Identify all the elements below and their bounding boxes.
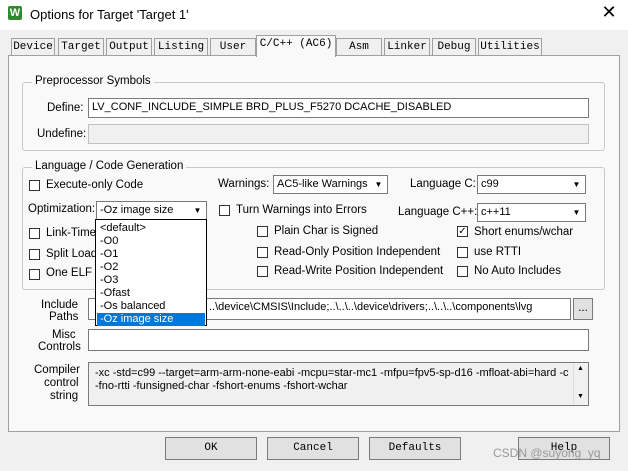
include-label-1: Include: [41, 299, 79, 311]
warnings-label: Warnings:: [218, 178, 270, 190]
language-cpp-select[interactable]: c++11 ▼: [477, 203, 586, 222]
preprocessor-group-label: Preprocessor Symbols: [32, 75, 154, 87]
warnings-select[interactable]: AC5-like Warnings ▼: [273, 175, 388, 194]
turn-warnings-label: Turn Warnings into Errors: [236, 204, 367, 216]
short-enums-checkbox[interactable]: ✓: [457, 226, 468, 237]
ok-button[interactable]: OK: [165, 437, 257, 460]
language-cpp-label: Language C++:: [398, 206, 478, 218]
language-c-label: Language C:: [410, 178, 476, 190]
use-rtti-label: use RTTI: [474, 246, 522, 258]
tab-debug[interactable]: Debug: [432, 38, 476, 56]
tab-linker[interactable]: Linker: [384, 38, 430, 56]
checkmark-icon: ✓: [458, 226, 467, 237]
define-label: Define:: [47, 102, 84, 114]
tab-listing[interactable]: Listing: [154, 38, 208, 56]
language-c-value: c99: [481, 178, 499, 190]
compiler-label-3: string: [50, 390, 79, 402]
tab-user[interactable]: User: [210, 38, 256, 56]
rw-pos-checkbox[interactable]: [257, 266, 268, 277]
misc-label-2: Controls: [38, 341, 81, 353]
compiler-line-2: -fno-rtti -funsigned-char -fshort-enums …: [95, 380, 348, 392]
plain-char-checkbox[interactable]: [257, 226, 268, 237]
compiler-string-textarea[interactable]: -xc -std=c99 --target=arm-arm-none-eabi …: [88, 362, 589, 406]
turn-warnings-checkbox[interactable]: [219, 205, 230, 216]
option-ofast[interactable]: -Ofast: [97, 287, 205, 300]
misc-controls-input[interactable]: [88, 329, 589, 351]
ro-pos-checkbox[interactable]: [257, 247, 268, 258]
option-os-balanced[interactable]: -Os balanced: [97, 300, 205, 313]
tab-cpp-ac6[interactable]: C/C++ (AC6): [256, 35, 336, 57]
optimization-value: -Oz image size: [100, 204, 174, 216]
misc-label-1: Misc: [52, 329, 76, 341]
short-enums-label: Short enums/wchar: [474, 226, 574, 238]
undefine-label: Undefine:: [37, 128, 87, 140]
compiler-scrollbar[interactable]: ▲ ▼: [573, 363, 588, 405]
scroll-up-icon[interactable]: ▲: [577, 365, 584, 372]
optimization-label: Optimization:: [28, 203, 96, 215]
one-elf-checkbox[interactable]: [29, 269, 40, 280]
language-c-select[interactable]: c99 ▼: [477, 175, 586, 194]
compiler-label-1: Compiler: [34, 364, 81, 376]
ro-pos-label: Read-Only Position Independent: [274, 246, 441, 258]
plain-char-label: Plain Char is Signed: [274, 225, 379, 237]
chevron-down-icon: ▼: [569, 177, 584, 192]
execute-only-label: Execute-only Code: [46, 179, 144, 191]
tab-target[interactable]: Target: [58, 38, 104, 56]
link-time-checkbox[interactable]: [29, 228, 40, 239]
tab-utilities[interactable]: Utilities: [478, 38, 542, 56]
use-rtti-checkbox[interactable]: [457, 247, 468, 258]
defaults-button[interactable]: Defaults: [369, 437, 461, 460]
split-load-checkbox[interactable]: [29, 249, 40, 260]
app-icon: W: [8, 6, 22, 20]
warnings-value: AC5-like Warnings: [277, 178, 368, 190]
undefine-input[interactable]: [88, 124, 589, 144]
browse-button[interactable]: ...: [573, 298, 593, 320]
chevron-down-icon: ▼: [371, 177, 386, 192]
compiler-line-1: -xc -std=c99 --target=arm-arm-none-eabi …: [95, 367, 569, 379]
option-o1[interactable]: -O1: [97, 248, 205, 261]
option-o3[interactable]: -O3: [97, 274, 205, 287]
scroll-down-icon[interactable]: ▼: [577, 393, 584, 400]
option-default[interactable]: <default>: [97, 222, 205, 235]
language-group-label: Language / Code Generation: [32, 160, 187, 172]
no-auto-includes-label: No Auto Includes: [474, 265, 561, 277]
cancel-button[interactable]: Cancel: [267, 437, 359, 460]
watermark: CSDN @suyong_yq: [493, 446, 601, 460]
include-label-2: Paths: [49, 311, 79, 323]
option-oz-image-size[interactable]: -Oz image size: [97, 313, 205, 326]
window-title: Options for Target 'Target 1': [30, 7, 189, 22]
optimization-select[interactable]: -Oz image size ▼: [96, 201, 207, 220]
rw-pos-label: Read-Write Position Independent: [274, 265, 444, 277]
compiler-label-2: control: [44, 377, 79, 389]
tab-output[interactable]: Output: [106, 38, 152, 56]
execute-only-checkbox[interactable]: [29, 180, 40, 191]
optimization-dropdown: <default> -O0 -O1 -O2 -O3 -Ofast -Os bal…: [95, 219, 207, 326]
chevron-down-icon: ▼: [569, 205, 584, 220]
close-icon[interactable]: ✕: [597, 2, 621, 23]
option-o2[interactable]: -O2: [97, 261, 205, 274]
no-auto-includes-checkbox[interactable]: [457, 266, 468, 277]
tab-asm[interactable]: Asm: [336, 38, 382, 56]
define-input[interactable]: LV_CONF_INCLUDE_SIMPLE BRD_PLUS_F5270 DC…: [88, 98, 589, 118]
chevron-down-icon: ▼: [190, 203, 205, 218]
tab-device[interactable]: Device: [11, 38, 55, 56]
option-o0[interactable]: -O0: [97, 235, 205, 248]
language-cpp-value: c++11: [481, 206, 511, 218]
